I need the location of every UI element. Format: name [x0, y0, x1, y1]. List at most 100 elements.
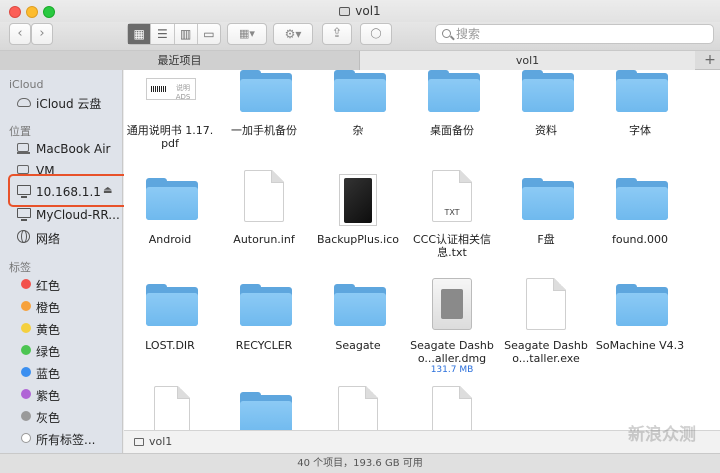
back-button[interactable]: ‹ [9, 23, 31, 45]
toolbar: ‹ › ▦ ☰ ▥ ▭ ▦▾ ⚙▾ ⇪ ◯ 搜索 [0, 22, 720, 50]
document-icon [526, 278, 566, 330]
list-view-button[interactable]: ☰ [151, 24, 175, 44]
file-name: Autorun.inf [233, 233, 295, 246]
folder-icon [240, 70, 292, 112]
tag-color-dot [21, 279, 31, 289]
sidebar-item-macbook-air[interactable]: MacBook Air [17, 139, 121, 159]
file-grid: 说明ADS 通用说明书 1.17.pdf 一加手机备份 杂 桌面备份 资料 字体… [124, 70, 720, 430]
file-name: 一加手机备份 [231, 124, 297, 137]
file-name: found.000 [611, 233, 669, 246]
document-icon [244, 170, 284, 222]
disk-image-icon [432, 278, 472, 330]
file-name: 字体 [629, 124, 651, 137]
sidebar-item-network[interactable]: 网络 [17, 227, 121, 247]
column-view-button[interactable]: ▥ [175, 24, 198, 44]
file-name: RECYCLER [235, 339, 293, 352]
tab-vol1[interactable]: vol1 [360, 51, 695, 70]
file-name: F盘 [537, 233, 555, 246]
sidebar-tag-red[interactable]: 红色 [17, 274, 121, 294]
sidebar-item-mycloud[interactable]: MyCloud-RR... [17, 205, 121, 225]
gallery-view-button[interactable]: ▭ [198, 24, 220, 44]
folder-icon [334, 284, 386, 326]
sidebar-section-tags: 标签 [9, 261, 31, 274]
sidebar-item-label: 紫色 [36, 389, 61, 403]
arrange-button[interactable]: ▦▾ [227, 23, 267, 45]
barcode-icon [151, 86, 167, 92]
tag-color-dot [21, 301, 31, 311]
pdf-thumbnail: 说明ADS [146, 78, 196, 101]
view-mode-segmented-control[interactable]: ▦ ☰ ▥ ▭ [127, 23, 221, 45]
sidebar-tag-purple[interactable]: 紫色 [17, 384, 121, 404]
disk-icon [134, 438, 144, 446]
file-name: BackupPlus.ico [316, 233, 400, 246]
document-icon [338, 386, 378, 430]
sidebar-item-icloud-drive[interactable]: iCloud 云盘 [17, 92, 121, 112]
sidebar: iCloud iCloud 云盘 位置 MacBook Air VM 10.16… [0, 70, 123, 453]
forward-button[interactable]: › [31, 23, 53, 45]
sidebar-item-label: MyCloud-RR... [36, 208, 120, 222]
hard-drive-thumbnail [339, 174, 377, 226]
folder-icon [146, 284, 198, 326]
laptop-icon [17, 165, 30, 176]
sidebar-all-tags[interactable]: 所有标签... [17, 428, 121, 448]
globe-icon [17, 230, 30, 243]
file-name: 资料 [535, 124, 557, 137]
file-name: 桌面备份 [430, 124, 474, 137]
tab-recents[interactable]: 最近项目 [0, 51, 360, 70]
sidebar-item-label: 网络 [36, 232, 61, 246]
folder-icon [616, 284, 668, 326]
sidebar-item-label: 黄色 [36, 323, 61, 337]
tag-color-dot [21, 345, 31, 355]
sidebar-tag-orange[interactable]: 橙色 [17, 296, 121, 316]
sidebar-section-icloud: iCloud [9, 78, 44, 91]
file-size: 131.7 MB [430, 365, 474, 375]
folder-icon [334, 70, 386, 112]
sidebar-item-label: 红色 [36, 279, 61, 293]
pdf-thumb-text: 说明ADS [175, 84, 191, 101]
sidebar-tag-green[interactable]: 绿色 [17, 340, 121, 360]
document-icon [432, 386, 472, 430]
folder-icon [240, 392, 292, 430]
new-tab-button[interactable]: + [700, 51, 720, 70]
file-name: Seagate [335, 339, 381, 352]
file-name: SoMachine V4.3 [595, 339, 685, 352]
file-name: 通用说明书 1.17.pdf [126, 124, 214, 150]
installer-icon [154, 386, 190, 430]
sidebar-item-label: 绿色 [36, 345, 61, 359]
title-bar: vol1 [0, 0, 720, 22]
sidebar-tag-yellow[interactable]: 黄色 [17, 318, 121, 338]
window-title-label: vol1 [355, 4, 381, 18]
sidebar-item-label: 蓝色 [36, 367, 61, 381]
laptop-icon [17, 143, 30, 154]
folder-icon [428, 70, 480, 112]
folder-icon [616, 70, 668, 112]
tag-button[interactable]: ◯ [360, 23, 392, 45]
sidebar-tag-gray[interactable]: 灰色 [17, 406, 121, 426]
tab-bar: 最近项目 vol1 + [0, 50, 720, 70]
sidebar-tag-blue[interactable]: 蓝色 [17, 362, 121, 382]
sidebar-item-label: MacBook Air [36, 142, 111, 156]
search-input[interactable]: 搜索 [435, 24, 714, 44]
action-gear-button[interactable]: ⚙▾ [273, 23, 313, 45]
cloud-icon [17, 98, 31, 107]
folder-icon [240, 284, 292, 326]
folder-icon [522, 70, 574, 112]
icon-view-button[interactable]: ▦ [128, 24, 152, 44]
folder-icon [616, 178, 668, 220]
tag-color-dot [21, 389, 31, 399]
file-name: Seagate Dashbo...taller.exe [504, 339, 588, 365]
status-bar: 40 个项目，193.6 GB 可用 [0, 453, 720, 473]
server-monitor-icon [17, 208, 31, 221]
file-name: Seagate Dashbo...aller.dmg [410, 339, 494, 365]
watermark: 新浪众测 [628, 425, 696, 445]
tag-color-dot [21, 323, 31, 333]
file-name: Android [148, 233, 192, 246]
text-document-icon: TXT [432, 170, 472, 222]
folder-icon [146, 178, 198, 220]
path-bar-label[interactable]: vol1 [149, 435, 172, 448]
sidebar-section-locations: 位置 [9, 125, 31, 138]
sidebar-item-label: 橙色 [36, 301, 61, 315]
file-name: LOST.DIR [145, 339, 195, 352]
file-name: 杂 [352, 124, 364, 137]
share-button[interactable]: ⇪ [322, 23, 352, 45]
